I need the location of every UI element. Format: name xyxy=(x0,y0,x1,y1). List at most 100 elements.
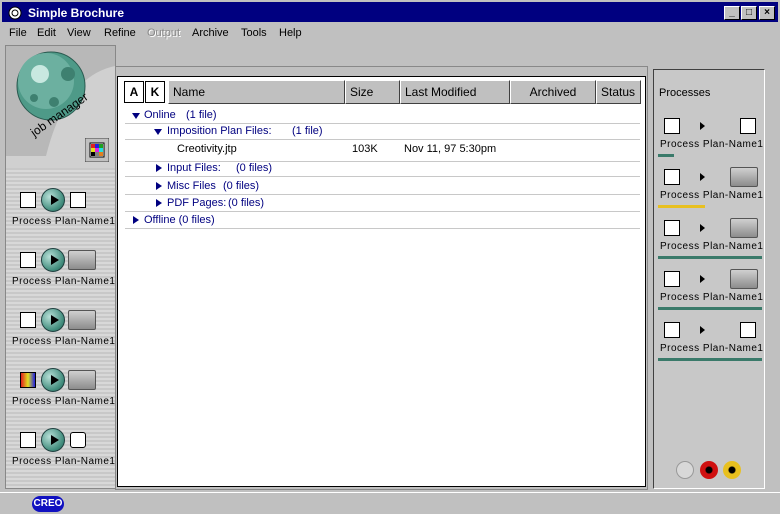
process-item[interactable]: Process Plan-Name1 xyxy=(658,267,764,313)
process-item[interactable]: Process Plan-Name1 xyxy=(658,114,764,160)
progress-bar xyxy=(658,256,762,259)
process-plan-item[interactable]: Process Plan-Name1 xyxy=(12,427,116,471)
grid-icon xyxy=(664,220,680,236)
process-plan-item[interactable]: Process Plan-Name1 xyxy=(12,367,116,411)
output-tray-icon xyxy=(68,370,96,390)
document-stack-icon xyxy=(20,192,36,208)
pdf-label: PDF Pages: xyxy=(167,197,227,209)
expand-down-icon[interactable] xyxy=(154,129,162,135)
process-plan-item[interactable]: Process Plan-Name1 xyxy=(12,247,116,291)
creo-logo: CREO xyxy=(32,496,64,512)
title-bar: Simple Brochure _ □ × xyxy=(0,0,780,24)
online-count: (1 file) xyxy=(186,109,217,121)
offline-label: Offline (0 files) xyxy=(144,214,215,226)
maximize-button[interactable]: □ xyxy=(741,6,757,20)
tree-row-imposition[interactable]: Imposition Plan Files: (1 file) xyxy=(125,124,640,140)
process-plan-label: Process Plan-Name1 xyxy=(12,216,116,227)
processes-title: Processes xyxy=(659,87,711,99)
progress-bar xyxy=(658,154,674,157)
misc-count: (0 files) xyxy=(223,180,260,192)
process-label: Process Plan-Name1 xyxy=(660,139,764,150)
column-header-name[interactable]: Name xyxy=(168,80,345,104)
menu-help[interactable]: Help xyxy=(279,27,302,39)
document-stack-icon xyxy=(664,322,680,338)
play-icon[interactable] xyxy=(41,248,65,272)
file-name: Creotivity.jtp xyxy=(177,143,237,155)
progress-bar xyxy=(658,307,762,310)
process-item[interactable]: Process Plan-Name1 xyxy=(658,318,764,364)
minimize-button[interactable]: _ xyxy=(724,6,740,20)
stop-button[interactable] xyxy=(700,461,718,479)
tree-row-pdf[interactable]: PDF Pages: (0 files) xyxy=(125,196,640,212)
process-plan-label: Process Plan-Name1 xyxy=(12,396,116,407)
column-header-size[interactable]: Size xyxy=(345,80,400,104)
arrow-right-icon xyxy=(700,326,705,334)
expand-down-icon[interactable] xyxy=(132,113,140,119)
menu-view[interactable]: View xyxy=(67,27,91,39)
menu-refine[interactable]: Refine xyxy=(104,27,136,39)
online-label: Online xyxy=(144,109,176,121)
pdf-count: (0 files) xyxy=(228,197,265,209)
process-label: Process Plan-Name1 xyxy=(660,241,764,252)
play-icon[interactable] xyxy=(41,368,65,392)
tree-row-input[interactable]: Input Files: (0 files) xyxy=(125,161,640,177)
process-label: Process Plan-Name1 xyxy=(660,292,764,303)
process-plan-item[interactable]: Process Plan-Name1 xyxy=(12,307,116,351)
status-bar: CREO xyxy=(0,492,780,514)
output-tray-icon xyxy=(730,167,758,187)
document-stack-icon xyxy=(664,118,680,134)
color-grid-icon xyxy=(20,372,36,388)
process-plan-label: Process Plan-Name1 xyxy=(12,276,116,287)
tree-row-online[interactable]: Online (1 file) xyxy=(125,108,640,124)
expand-right-icon[interactable] xyxy=(156,182,162,190)
processes-panel: Processes Process Plan-Name1 Process Plan… xyxy=(653,69,765,489)
color-grid-button[interactable] xyxy=(85,138,109,162)
process-label: Process Plan-Name1 xyxy=(660,343,764,354)
document-stack-icon xyxy=(20,432,36,448)
column-k-button[interactable]: K xyxy=(145,81,165,103)
menu-edit[interactable]: Edit xyxy=(37,27,56,39)
play-icon[interactable] xyxy=(41,428,65,452)
process-plan-item[interactable]: Process Plan-Name1 xyxy=(12,187,116,231)
file-modified: Nov 11, 97 5:30pm xyxy=(404,143,497,155)
arrow-right-icon xyxy=(700,122,705,130)
output-tray-icon xyxy=(68,250,96,270)
grid-icon xyxy=(20,312,36,328)
column-header-modified[interactable]: Last Modified xyxy=(400,80,510,104)
process-plan-label: Process Plan-Name1 xyxy=(12,456,116,467)
disabled-control-icon xyxy=(676,461,694,479)
column-a-button[interactable]: A xyxy=(124,81,144,103)
pause-button[interactable] xyxy=(723,461,741,479)
close-button[interactable]: × xyxy=(759,6,775,20)
archive-icon xyxy=(740,322,756,338)
play-icon[interactable] xyxy=(41,188,65,212)
imposition-count: (1 file) xyxy=(292,125,323,137)
process-label: Process Plan-Name1 xyxy=(660,190,764,201)
column-header-archived[interactable]: Archived xyxy=(510,80,596,104)
arrow-right-icon xyxy=(700,224,705,232)
expand-right-icon[interactable] xyxy=(133,216,139,224)
output-tray-icon xyxy=(68,310,96,330)
progress-bar xyxy=(658,358,762,361)
output-tray-icon xyxy=(730,269,758,289)
arrow-right-icon xyxy=(700,275,705,283)
app-icon[interactable] xyxy=(7,5,23,21)
job-manager-logo: job manager xyxy=(6,46,115,168)
copy-icon xyxy=(740,118,756,134)
tree-row-file[interactable]: Creotivity.jtp 103K Nov 11, 97 5:30pm xyxy=(125,142,640,162)
menu-tools[interactable]: Tools xyxy=(241,27,267,39)
process-item[interactable]: Process Plan-Name1 xyxy=(658,216,764,262)
menu-archive[interactable]: Archive xyxy=(192,27,229,39)
expand-right-icon[interactable] xyxy=(156,164,162,172)
file-size: 103K xyxy=(352,143,378,155)
process-item[interactable]: Process Plan-Name1 xyxy=(658,165,764,211)
copy-icon xyxy=(20,252,36,268)
expand-right-icon[interactable] xyxy=(156,199,162,207)
arrow-right-icon xyxy=(700,173,705,181)
tree-row-offline[interactable]: Offline (0 files) xyxy=(125,213,640,229)
column-header-status[interactable]: Status xyxy=(596,80,641,104)
process-plan-label: Process Plan-Name1 xyxy=(12,336,116,347)
tree-row-misc[interactable]: Misc Files (0 files) xyxy=(125,179,640,195)
play-icon[interactable] xyxy=(41,308,65,332)
menu-file[interactable]: File xyxy=(9,27,27,39)
